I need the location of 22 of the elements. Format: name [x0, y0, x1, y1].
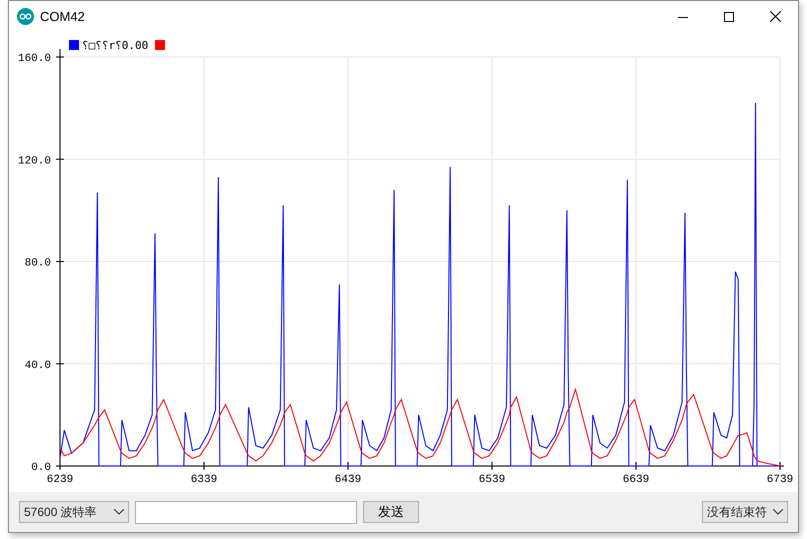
app-logo-icon	[17, 8, 34, 25]
maximize-icon	[724, 12, 734, 22]
x-tick-label: 6239	[46, 474, 74, 486]
message-input[interactable]	[135, 500, 357, 524]
close-icon	[770, 11, 780, 22]
x-tick-label: 6539	[478, 474, 506, 486]
x-tick-label: 6739	[766, 474, 794, 486]
y-tick-label: 0.0	[31, 462, 51, 474]
y-tick-label: 120.0	[18, 155, 51, 168]
window-title: COM42	[40, 8, 85, 26]
legend-label: ⸮□⸮⸮r⸮0.00	[82, 39, 148, 52]
y-tick-label: 80.0	[24, 258, 51, 270]
line-ending-dropdown[interactable]: 没有结束符	[702, 501, 788, 523]
chevron-down-icon	[773, 509, 783, 515]
y-tick-label: 40.0	[24, 360, 51, 372]
x-tick-label: 6439	[334, 474, 362, 486]
x-tick-label: 6639	[622, 474, 650, 486]
baud-rate-dropdown[interactable]: 57600 波特率	[19, 501, 129, 523]
x-tick-label: 6339	[190, 474, 218, 486]
chevron-down-icon	[114, 509, 124, 515]
y-tick-label: 160.0	[18, 53, 51, 65]
send-button[interactable]: 发送	[363, 501, 419, 523]
